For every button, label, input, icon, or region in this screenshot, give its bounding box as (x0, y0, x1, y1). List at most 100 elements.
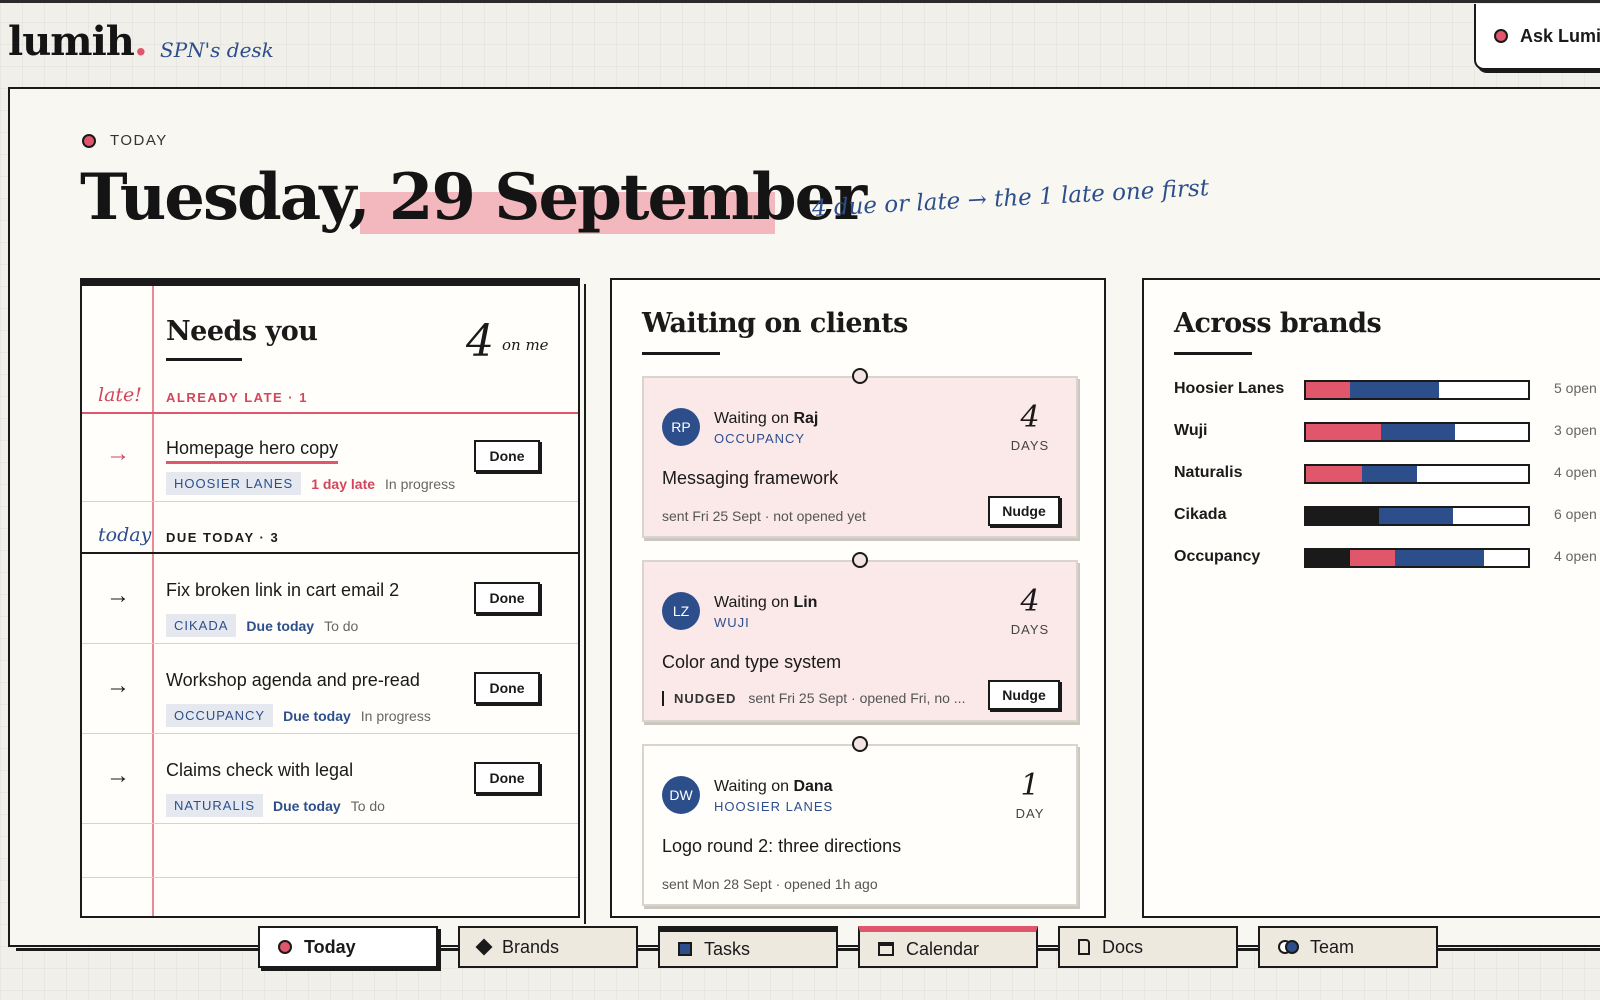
brand-row[interactable]: Cikada 6 open (1174, 506, 1600, 532)
sent-status: sent Mon 28 Sept · opened 1h ago (662, 876, 878, 892)
ask-label: Ask Lumih (1520, 25, 1600, 46)
waiting-brand: WUJI (714, 615, 750, 630)
nudge-button[interactable]: Nudge (988, 496, 1060, 526)
task-name[interactable]: Fix broken link in cart email 2 (166, 580, 399, 601)
today-label: TODAY (82, 132, 168, 149)
bar-segment (1306, 550, 1351, 566)
open-count: 3 open (1554, 422, 1597, 438)
bar-segment (1379, 508, 1453, 524)
late-section-header: late! ALREADY LATE · 1 (82, 378, 578, 414)
brand-name: Cikada (1174, 506, 1227, 523)
brands-panel: Across brands Hoosier Lanes 5 open Wuji 3 o… (1142, 278, 1600, 918)
ask-lumih-button[interactable]: Ask Lumih (1474, 4, 1600, 70)
task-name[interactable]: Workshop agenda and pre-read (166, 670, 420, 691)
nudge-button[interactable]: Nudge (988, 680, 1060, 710)
task-name[interactable]: Claims check with legal (166, 760, 353, 781)
page-title: Tuesday, 29 September (80, 160, 867, 235)
waiting-brand: OCCUPANCY (714, 431, 806, 446)
tab-label: Today (304, 936, 356, 957)
brand-name: Hoosier Lanes (1174, 380, 1285, 397)
waiting-person: Waiting on Lin (714, 594, 818, 611)
brands-title: Across brands (1174, 308, 1382, 339)
tab-docs[interactable]: Docs (1058, 926, 1238, 968)
tab-today[interactable]: Today (258, 926, 438, 968)
task-meta: CIKADA Due today To do (166, 614, 358, 637)
logo[interactable]: lumih. (8, 18, 148, 65)
days-count: 4 (1020, 584, 1040, 619)
bar-segment (1306, 466, 1362, 482)
brand-chip[interactable]: OCCUPANCY (166, 704, 274, 727)
task-row[interactable]: → Workshop agenda and pre-read OCCUPANCY… (82, 644, 578, 734)
waiting-brand: HOOSIER LANES (714, 799, 834, 814)
brand-name: Naturalis (1174, 464, 1243, 481)
status-label: To do (324, 617, 359, 634)
bar-segment (1350, 382, 1440, 398)
square-icon (678, 942, 692, 956)
bar-segment (1306, 424, 1382, 440)
empty-row (82, 824, 578, 878)
done-button[interactable]: Done (474, 762, 540, 794)
tab-label: Brands (502, 936, 560, 957)
late-section-title: ALREADY LATE · 1 (166, 390, 308, 405)
today-side-note: today (98, 524, 152, 546)
diamond-icon (475, 938, 493, 956)
needs-you-panel: Needs you 4 on me late! ALREADY LATE · 1… (80, 278, 580, 918)
brand-chip[interactable]: NATURALIS (166, 794, 263, 817)
waiting-card[interactable]: LZ Waiting on Lin WUJI 4 DAYS Color and … (642, 552, 1078, 722)
waiting-title: Waiting on clients (642, 308, 908, 339)
team-icon (1278, 940, 1299, 954)
waiting-card[interactable]: RP Waiting on Raj OCCUPANCY 4 DAYS Messa… (642, 368, 1078, 538)
task-row[interactable]: → Claims check with legal NATURALIS Due … (82, 734, 578, 824)
tab-brands[interactable]: Brands (458, 926, 638, 968)
task-row[interactable]: → Homepage hero copy HOOSIER LANES 1 day… (82, 412, 578, 502)
brand-row[interactable]: Wuji 3 open (1174, 422, 1600, 448)
today-section-header: today DUE TODAY · 3 (82, 518, 578, 554)
brand-progress-bar (1304, 548, 1530, 568)
days-unit: DAY (1015, 806, 1045, 821)
nudged-status: NUDGED sent Fri 25 Sept · opened Fri, no… (662, 690, 965, 706)
pin-icon (852, 368, 868, 384)
arrow-right-icon: → (106, 762, 130, 789)
open-count: 6 open (1554, 506, 1597, 522)
tab-tasks[interactable]: Tasks (658, 926, 838, 968)
days-count: 4 (1020, 400, 1040, 435)
today-dot-icon (82, 133, 96, 148)
days-unit: DAYS (1010, 622, 1050, 637)
tab-team[interactable]: Team (1258, 926, 1438, 968)
done-button[interactable]: Done (474, 672, 540, 704)
brand-name: Occupancy (1174, 548, 1261, 565)
days-unit: DAYS (1010, 438, 1050, 453)
brand-progress-bar (1304, 380, 1530, 400)
avatar: LZ (662, 592, 700, 630)
brand-row[interactable]: Occupancy 4 open (1174, 548, 1600, 574)
open-count: 4 open (1554, 464, 1597, 480)
record-dot-icon (1494, 29, 1508, 43)
status-label: In progress (360, 707, 431, 724)
brand-row[interactable]: Naturalis 4 open (1174, 464, 1600, 490)
done-button[interactable]: Done (474, 582, 540, 614)
count-note: on me (502, 336, 549, 354)
brand-chip[interactable]: CIKADA (166, 614, 237, 637)
nudged-tag: NUDGED (662, 690, 736, 706)
brand-row[interactable]: Hoosier Lanes 5 open (1174, 380, 1600, 406)
needs-you-title: Needs you (166, 316, 318, 347)
days-count: 1 (1020, 768, 1040, 803)
late-side-note: late! (98, 384, 142, 406)
task-name[interactable]: Homepage hero copy (166, 438, 339, 464)
tab-label: Calendar (906, 938, 980, 959)
tab-calendar[interactable]: Calendar (858, 926, 1038, 968)
brand-chip[interactable]: HOOSIER LANES (166, 472, 302, 495)
done-button[interactable]: Done (474, 440, 540, 472)
waiting-card[interactable]: DW Waiting on Dana HOOSIER LANES 1 DAY L… (642, 736, 1078, 906)
bar-segment (1381, 424, 1455, 440)
arrow-right-icon: → (106, 672, 130, 699)
avatar: RP (662, 408, 700, 446)
desk-name: SPN's desk (160, 38, 274, 62)
waiting-person: Waiting on Dana (714, 778, 833, 795)
bar-segment (1361, 466, 1417, 482)
task-row[interactable]: → Fix broken link in cart email 2 CIKADA… (82, 554, 578, 644)
open-count: 5 open (1554, 380, 1597, 396)
title-underline (1174, 352, 1252, 355)
today-section-title: DUE TODAY · 3 (166, 530, 280, 545)
tab-label: Docs (1102, 936, 1144, 957)
